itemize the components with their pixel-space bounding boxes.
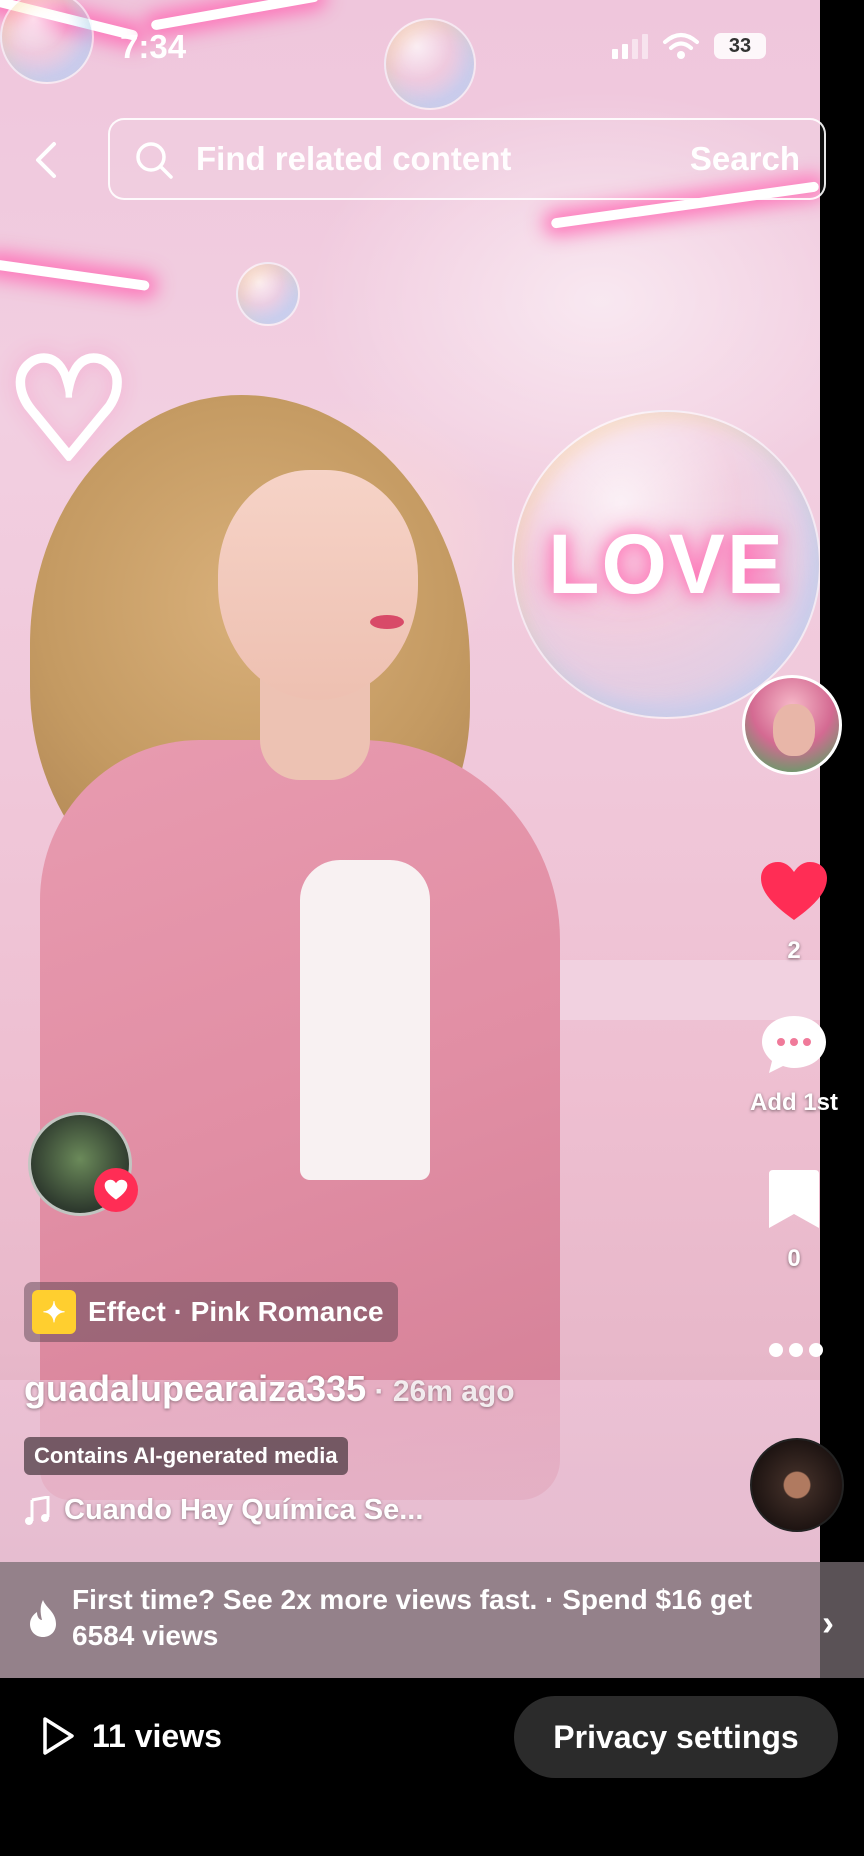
- avatar-face: [773, 704, 815, 756]
- ai-generated-badge: Contains AI-generated media: [24, 1437, 348, 1475]
- privacy-settings-button[interactable]: Privacy settings: [514, 1696, 838, 1778]
- person-face: [218, 470, 418, 700]
- bubble-decor: [384, 18, 476, 110]
- like-count: 2: [787, 937, 801, 964]
- battery-icon: 33: [714, 33, 766, 59]
- comment-count: Add 1st: [749, 1089, 838, 1116]
- username-line[interactable]: guadalupearaiza335 · 26m ago: [24, 1368, 515, 1410]
- love-text: LOVE: [548, 517, 785, 611]
- effect-chip[interactable]: ✦ Effect · Pink Romance: [24, 1282, 398, 1342]
- search-icon: [136, 142, 173, 179]
- right-edge: [820, 0, 864, 1678]
- neon-light: [0, 258, 150, 292]
- sparkle-wand-icon: ✦: [32, 1290, 76, 1334]
- effect-label: Effect · Pink Romance: [88, 1296, 384, 1327]
- post-time: · 26m ago: [366, 1375, 515, 1408]
- chevron-right-icon: ›: [822, 1602, 834, 1643]
- flame-icon: [30, 1600, 56, 1637]
- person-lips: [370, 615, 404, 629]
- promote-banner[interactable]: First time? See 2x more views fast. · Sp…: [0, 1562, 864, 1678]
- comment-button[interactable]: Add 1st: [744, 1012, 844, 1117]
- bubble-decor: [236, 262, 300, 326]
- wifi-icon: [663, 33, 699, 59]
- creator-avatar-rail[interactable]: [742, 675, 842, 775]
- save-button[interactable]: 0: [758, 1168, 830, 1273]
- play-icon: [43, 1717, 74, 1755]
- music-note-icon: [25, 1495, 50, 1525]
- views-count[interactable]: 11 views: [40, 1716, 222, 1756]
- love-bubble: LOVE: [512, 410, 820, 719]
- bubble-decor: [0, 0, 94, 84]
- sound-row[interactable]: Cuando Hay Química Se...: [24, 1494, 423, 1527]
- username[interactable]: guadalupearaiza335: [24, 1368, 366, 1409]
- heart-icon: [104, 1179, 128, 1200]
- comment-icon: [762, 1016, 826, 1073]
- bookmark-icon: [769, 1170, 819, 1228]
- signal-icon: [612, 33, 648, 59]
- search-bar[interactable]: Find related content Search: [108, 118, 826, 200]
- views-label: 11 views: [92, 1717, 222, 1754]
- more-options-icon[interactable]: [766, 1340, 826, 1360]
- music-disc-icon[interactable]: [750, 1438, 844, 1532]
- status-icons: 33: [612, 32, 766, 60]
- promote-text: First time? See 2x more views fast. · Sp…: [72, 1584, 753, 1651]
- person-shirt: [300, 860, 430, 1180]
- status-time: 7:34: [120, 28, 187, 65]
- heart-icon: [761, 862, 827, 920]
- like-button[interactable]: 2: [758, 860, 830, 965]
- save-count: 0: [787, 1245, 801, 1272]
- sound-title: Cuando Hay Química Se...: [64, 1494, 424, 1526]
- search-button[interactable]: Search: [690, 140, 800, 178]
- neon-light: [150, 0, 320, 31]
- search-placeholder: Find related content: [196, 140, 512, 177]
- follow-heart-icon[interactable]: [94, 1168, 138, 1212]
- back-icon[interactable]: [28, 140, 64, 180]
- video-frame[interactable]: ♡ LOVE: [0, 0, 820, 1678]
